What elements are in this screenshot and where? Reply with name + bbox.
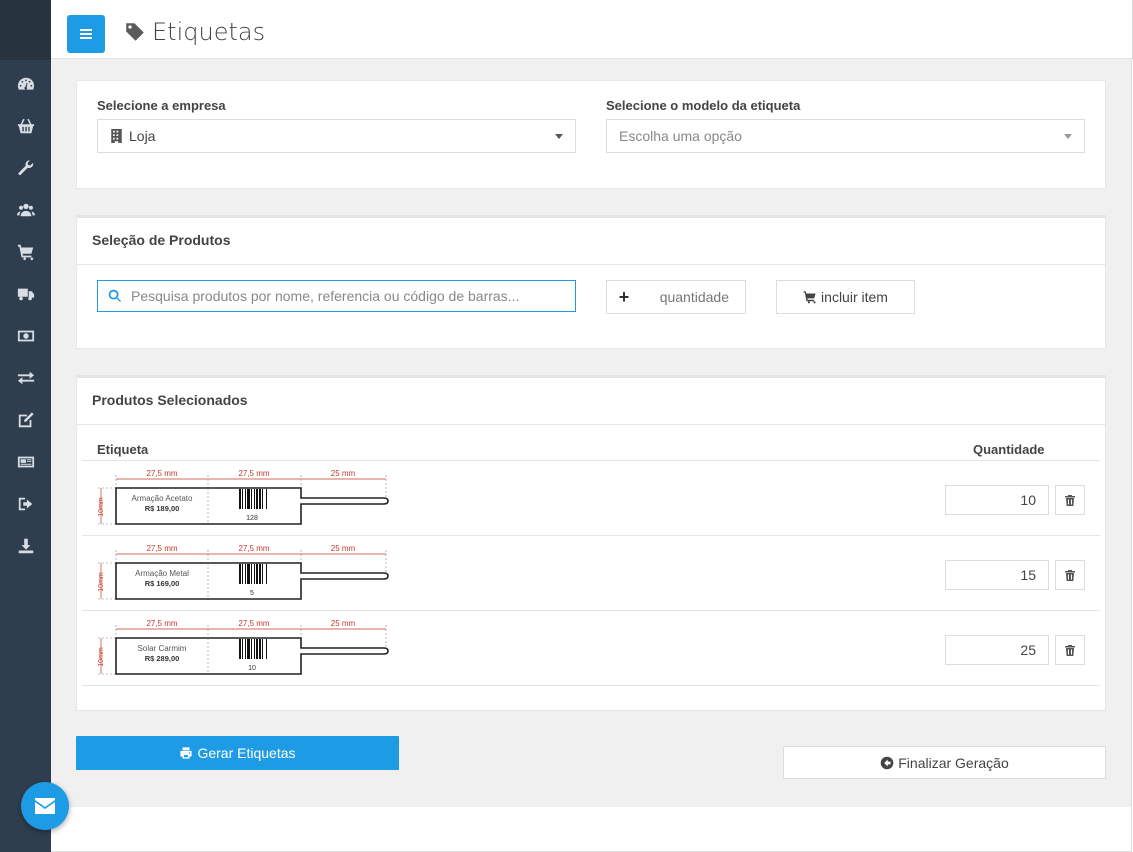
dim-height: 10mm (98, 497, 105, 517)
dim-right: 25 mm (331, 469, 356, 478)
cart-plus-icon (803, 291, 816, 304)
generate-labels-button[interactable]: Gerar Etiquetas (76, 736, 399, 770)
mail-button[interactable] (21, 782, 69, 830)
empresa-label: Selecione a empresa (97, 98, 226, 113)
add-item-label: incluir item (821, 289, 888, 305)
column-header-label: Etiqueta (97, 442, 149, 457)
main-content: Selecione a empresa Loja Selecione o mod… (51, 59, 1132, 807)
building-icon (111, 129, 122, 143)
dim-mid: 27,5 mm (238, 544, 269, 553)
column-header-quantity: Quantidade (973, 442, 1045, 457)
trash-icon (1065, 494, 1075, 506)
delete-row-button[interactable] (1055, 560, 1085, 590)
money-icon[interactable] (15, 325, 37, 347)
label-product-name: Armação Acetato (132, 494, 193, 503)
product-selection-panel: Seleção de Produtos + incluir item (76, 215, 1106, 349)
truck-icon[interactable] (15, 283, 37, 305)
selected-products-heading: Produtos Selecionados (77, 378, 1105, 425)
label-product-name: Solar Carmim (138, 644, 187, 653)
delete-row-button[interactable] (1055, 635, 1085, 665)
selection-panel: Selecione a empresa Loja Selecione o mod… (76, 80, 1106, 189)
sign-out-icon[interactable] (15, 493, 37, 515)
users-icon[interactable] (15, 199, 37, 221)
chevron-down-icon (1064, 134, 1072, 139)
modelo-placeholder: Escolha uma opção (619, 128, 742, 144)
plus-icon[interactable]: + (607, 287, 641, 308)
table-row: 27,5 mm 27,5 mm 25 mm 10mm Solar Carmim R$ 28… (82, 611, 1100, 686)
cart-icon[interactable] (15, 241, 37, 263)
trash-icon (1065, 569, 1075, 581)
arrow-circle-left-icon (880, 756, 894, 769)
empresa-value: Loja (129, 128, 156, 144)
edit-icon[interactable] (15, 409, 37, 431)
generate-labels-label: Gerar Etiquetas (197, 745, 296, 761)
envelope-icon (35, 798, 55, 814)
label-preview: 27,5 mm 27,5 mm 25 mm 10mm Solar CarmimR$ 28… (98, 619, 389, 677)
modelo-select[interactable]: Escolha uma opção (606, 119, 1085, 153)
menu-toggle-button[interactable] (67, 15, 105, 53)
dim-left: 27,5 mm (146, 619, 177, 628)
add-item-button[interactable]: incluir item (776, 280, 915, 314)
label-product-name: Armação Metal (135, 569, 189, 578)
dim-right: 25 mm (331, 619, 356, 628)
sidebar (0, 0, 51, 852)
delete-row-button[interactable] (1055, 485, 1085, 515)
quantity-input[interactable] (641, 289, 741, 305)
basket-icon[interactable] (15, 115, 37, 137)
empresa-select[interactable]: Loja (97, 119, 576, 153)
tag-icon (126, 23, 144, 41)
quantity-field[interactable]: + (606, 280, 746, 314)
top-header: Etiquetas (51, 0, 1133, 59)
label-product-code: 10 (248, 665, 256, 672)
newspaper-icon[interactable] (15, 451, 37, 473)
selected-products-panel: Produtos Selecionados Etiqueta Quantidad… (76, 375, 1106, 711)
label-product-price: R$ 289,00 (145, 654, 180, 663)
row-quantity-input[interactable] (945, 560, 1049, 590)
label-product-price: R$ 169,00 (145, 579, 180, 588)
dim-height: 10mm (98, 572, 105, 592)
product-selection-heading: Seleção de Produtos (77, 218, 1105, 265)
label-preview: 27,5 mm 27,5 mm 25 mm 10mm Armação AcetatoR$… (98, 469, 389, 527)
exchange-icon[interactable] (15, 367, 37, 389)
trash-icon (1065, 644, 1075, 656)
finish-generation-label: Finalizar Geração (898, 754, 1009, 771)
page-title: Etiquetas (152, 18, 266, 46)
dim-right: 25 mm (331, 544, 356, 553)
dashboard-icon[interactable] (15, 73, 37, 95)
print-icon (180, 747, 193, 759)
dim-mid: 27,5 mm (238, 469, 269, 478)
download-icon[interactable] (15, 535, 37, 557)
row-quantity-input[interactable] (945, 635, 1049, 665)
table-row: 27,5 mm 27,5 mm 25 mm 10mm Armação Acetato R$… (82, 461, 1100, 536)
label-product-price: R$ 189,00 (145, 504, 180, 513)
sidebar-top (0, 0, 51, 60)
wrench-icon[interactable] (15, 157, 37, 179)
footer (51, 807, 1132, 852)
label-product-code: 128 (246, 515, 258, 522)
label-preview: 27,5 mm 27,5 mm 25 mm 10mm Armação MetalR$ 1… (98, 544, 389, 602)
dim-left: 27,5 mm (146, 544, 177, 553)
product-search-field[interactable] (97, 280, 576, 312)
label-product-code: 5 (250, 590, 254, 597)
dim-mid: 27,5 mm (238, 619, 269, 628)
modelo-label: Selecione o modelo da etiqueta (606, 98, 801, 113)
row-quantity-input[interactable] (945, 485, 1049, 515)
product-search-input[interactable] (131, 288, 575, 304)
dim-height: 10mm (98, 647, 105, 667)
page-title-group: Etiquetas (124, 18, 265, 46)
table-row: 27,5 mm 27,5 mm 25 mm 10mm Armação Metal R$ 1… (82, 536, 1100, 611)
chevron-down-icon (555, 134, 563, 139)
finish-generation-button[interactable]: Finalizar Geração (783, 746, 1106, 779)
hamburger-icon (80, 33, 92, 35)
dim-left: 27,5 mm (146, 469, 177, 478)
search-icon (108, 289, 122, 303)
